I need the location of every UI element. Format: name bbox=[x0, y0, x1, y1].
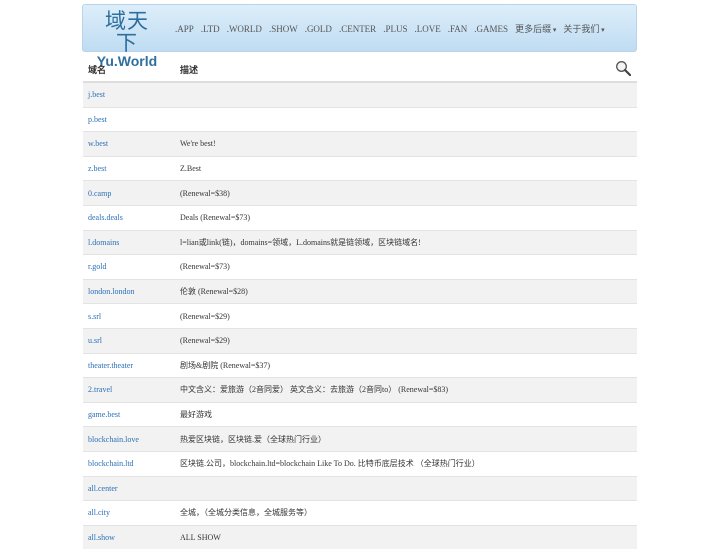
domain-link[interactable]: all.center bbox=[88, 484, 118, 493]
description-cell bbox=[175, 475, 637, 501]
domain-link[interactable]: w.best bbox=[88, 139, 108, 148]
domain-cell: p.best bbox=[83, 106, 175, 132]
nav-more-suffixes-dropdown[interactable]: 更多后缀 bbox=[513, 21, 558, 37]
nav-center[interactable]: .CENTER bbox=[337, 21, 378, 37]
domain-cell: z.best bbox=[83, 155, 175, 181]
domain-link[interactable]: game.best bbox=[88, 410, 120, 419]
table-row: blockchain.love 热爱区块链，区块链.爱（全球热门行业） bbox=[83, 426, 637, 452]
domain-cell: 0.camp bbox=[83, 180, 175, 206]
nav-world[interactable]: .WORLD bbox=[225, 21, 264, 37]
nav-games[interactable]: .GAMES bbox=[472, 21, 510, 37]
description-cell: 区块链.公司，blockchain.ltd=blockchain Like To… bbox=[175, 450, 637, 476]
table-row: w.best We're best! bbox=[83, 131, 637, 157]
domain-link[interactable]: 2.travel bbox=[88, 385, 112, 394]
table-row: london.london 伦敦 (Renewal=$28) bbox=[83, 278, 637, 304]
domain-cell: w.best bbox=[83, 131, 175, 157]
domain-link[interactable]: s.srl bbox=[88, 312, 101, 321]
domain-link[interactable]: deals.deals bbox=[88, 213, 123, 222]
domain-cell: game.best bbox=[83, 401, 175, 427]
nav-show[interactable]: .SHOW bbox=[267, 21, 300, 37]
logo-chinese-text: 域天下 bbox=[105, 9, 149, 55]
domain-link[interactable]: all.city bbox=[88, 508, 110, 517]
description-cell: l=lian或link(链)，domains=领域，L.domains就是链领域… bbox=[175, 229, 637, 255]
domain-cell: london.london bbox=[83, 278, 175, 304]
domain-table: 域名 描述 j.best p.best w.best We're best! z.bes… bbox=[83, 57, 637, 549]
header-desc-label: 描述 bbox=[180, 65, 199, 76]
description-cell bbox=[175, 81, 637, 108]
domain-cell: s.srl bbox=[83, 303, 175, 329]
table-row: all.city 全城，（全城分类信息，全城服务等） bbox=[83, 500, 637, 526]
nav-love[interactable]: .LOVE bbox=[412, 21, 442, 37]
domain-link[interactable]: j.best bbox=[88, 90, 105, 99]
top-navbar: 域天下 Yu.World .APP .LTD .WORLD .SHOW .GOL… bbox=[82, 4, 637, 69]
table-row: r.gold (Renewal=$73) bbox=[83, 254, 637, 280]
description-cell: (Renewal=$29) bbox=[175, 303, 637, 329]
domain-link[interactable]: p.best bbox=[88, 115, 107, 124]
description-cell: 全城，（全城分类信息，全城服务等） bbox=[175, 500, 637, 526]
domain-cell: 2.travel bbox=[83, 377, 175, 403]
header-desc: 描述 bbox=[175, 57, 637, 83]
description-cell: We're best! bbox=[175, 131, 637, 157]
table-row: deals.deals Deals (Renewal=$73) bbox=[83, 204, 637, 231]
table-row: game.best 最好游戏 bbox=[83, 401, 637, 427]
description-cell bbox=[175, 106, 637, 132]
domain-cell: r.gold bbox=[83, 254, 175, 280]
table-row: p.best bbox=[83, 106, 637, 132]
domain-cell: all.show bbox=[83, 524, 175, 549]
domain-link[interactable]: 0.camp bbox=[88, 189, 111, 198]
table-row: s.srl (Renewal=$29) bbox=[83, 303, 637, 329]
nav-ltd[interactable]: .LTD bbox=[199, 21, 222, 37]
domain-cell: u.srl bbox=[83, 327, 175, 354]
description-cell: 伦敦 (Renewal=$28) bbox=[175, 278, 637, 304]
header-domain: 域名 bbox=[83, 57, 175, 83]
nav-gold[interactable]: .GOLD bbox=[303, 21, 334, 37]
domain-link[interactable]: blockchain.ltd bbox=[88, 459, 134, 468]
table-row: theater.theater 剧场&剧院 (Renewal=$37) bbox=[83, 352, 637, 378]
description-cell: ALL SHOW bbox=[175, 524, 637, 549]
main-nav: .APP .LTD .WORLD .SHOW .GOLD .CENTER .PL… bbox=[173, 21, 610, 37]
table-row: blockchain.ltd 区块链.公司，blockchain.ltd=bloc… bbox=[83, 450, 637, 476]
description-cell: 剧场&剧院 (Renewal=$37) bbox=[175, 352, 637, 378]
description-cell: 最好游戏 bbox=[175, 401, 637, 427]
domain-cell: blockchain.ltd bbox=[83, 450, 175, 476]
table-body: j.best p.best w.best We're best! z.best Z.Bes… bbox=[83, 81, 637, 549]
domain-cell: l.domains bbox=[83, 229, 175, 255]
nav-app[interactable]: .APP bbox=[173, 21, 196, 37]
domain-link[interactable]: r.gold bbox=[88, 262, 106, 271]
domain-link[interactable]: theater.theater bbox=[88, 361, 133, 370]
domain-cell: theater.theater bbox=[83, 352, 175, 378]
search-icon[interactable] bbox=[615, 60, 631, 76]
table-header-row: 域名 描述 bbox=[83, 57, 637, 83]
table-row: all.center bbox=[83, 475, 637, 501]
domain-link[interactable]: l.domains bbox=[88, 238, 119, 247]
domain-cell: all.center bbox=[83, 475, 175, 501]
nav-plus[interactable]: .PLUS bbox=[381, 21, 409, 37]
domain-cell: deals.deals bbox=[83, 204, 175, 231]
domain-link[interactable]: london.london bbox=[88, 287, 134, 296]
domain-cell: blockchain.love bbox=[83, 426, 175, 452]
table-row: 0.camp (Renewal=$38) bbox=[83, 180, 637, 206]
nav-fan[interactable]: .FAN bbox=[446, 21, 470, 37]
table-row: j.best bbox=[83, 81, 637, 108]
description-cell: Z.Best bbox=[175, 155, 637, 181]
table-row: z.best Z.Best bbox=[83, 155, 637, 181]
domain-link[interactable]: z.best bbox=[88, 164, 106, 173]
table-row: 2.travel 中文含义：爱旅游（2音同爱） 英文含义：去旅游（2音同to） (… bbox=[83, 377, 637, 403]
domain-link[interactable]: all.show bbox=[88, 533, 115, 542]
description-cell: (Renewal=$29) bbox=[175, 327, 637, 354]
domain-cell: j.best bbox=[83, 81, 175, 108]
description-cell: Deals (Renewal=$73) bbox=[175, 204, 637, 231]
table-row: l.domains l=lian或link(链)，domains=领域，L.dom… bbox=[83, 229, 637, 255]
description-cell: 热爱区块链，区块链.爱（全球热门行业） bbox=[175, 426, 637, 452]
description-cell: (Renewal=$73) bbox=[175, 254, 637, 280]
domain-cell: all.city bbox=[83, 500, 175, 526]
nav-about-us-dropdown[interactable]: 关于我们 bbox=[561, 21, 606, 37]
table-row: all.show ALL SHOW bbox=[83, 524, 637, 549]
table-row: u.srl (Renewal=$29) bbox=[83, 327, 637, 354]
domain-link[interactable]: u.srl bbox=[88, 336, 102, 345]
description-cell: 中文含义：爱旅游（2音同爱） 英文含义：去旅游（2音同to） (Renewal=… bbox=[175, 377, 637, 403]
domain-link[interactable]: blockchain.love bbox=[88, 435, 139, 444]
description-cell: (Renewal=$38) bbox=[175, 180, 637, 206]
